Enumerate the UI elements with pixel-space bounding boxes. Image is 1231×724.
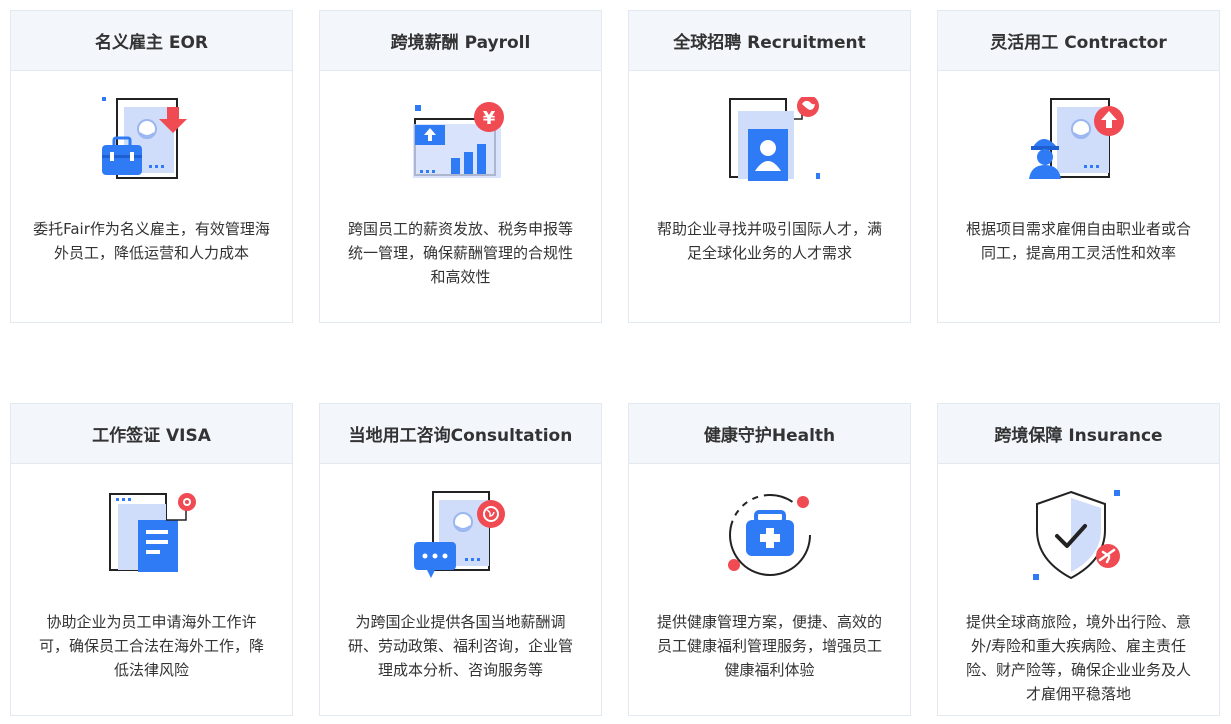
card-description: 帮助企业寻找并吸引国际人才，满足全球化业务的人才需求 bbox=[656, 220, 882, 262]
visa-icon bbox=[108, 493, 196, 572]
card-title: 跨境薪酬 Payroll bbox=[320, 11, 601, 71]
card-description: 协助企业为员工申请海外工作许可，确保员工合法在海外工作，降低法律风险 bbox=[38, 613, 264, 679]
service-card-eor[interactable]: 名义雇主 EOR 委托Fair作为名义雇主，有效管理海外员工，降低运营和人力成本 bbox=[10, 10, 293, 323]
card-title: 当地用工咨询Consultation bbox=[320, 404, 601, 464]
eor-icon bbox=[101, 97, 187, 179]
service-card-health[interactable]: 健康守护Health 提供健康管理方案，便捷、高效的员工健康福利管理服务，增强员… bbox=[628, 403, 911, 716]
service-card-contractor[interactable]: 灵活用工 Contractor 根据项目需求雇佣自由职业者或合同工，提高用工灵活… bbox=[937, 10, 1220, 323]
insurance-icon bbox=[1032, 490, 1120, 580]
card-description: 为跨国企业提供各国当地薪酬调研、劳动政策、福利咨询，企业管理成本分析、咨询服务等 bbox=[347, 613, 573, 679]
card-description: 提供健康管理方案，便捷、高效的员工健康福利管理服务，增强员工健康福利体验 bbox=[656, 613, 882, 679]
card-title: 全球招聘 Recruitment bbox=[629, 11, 910, 71]
service-card-insurance[interactable]: 跨境保障 Insurance 提供全球商旅险，境外出行险、意外/寿险和重大疾病险… bbox=[937, 403, 1220, 716]
contractor-icon bbox=[1028, 98, 1124, 179]
svg-text:¥: ¥ bbox=[482, 108, 495, 129]
service-card-visa[interactable]: 工作签证 VISA 协助企业为员工申请海外工作许可，确保员工合法在海外工作，降低… bbox=[10, 403, 293, 716]
card-title: 健康守护Health bbox=[629, 404, 910, 464]
card-title: 灵活用工 Contractor bbox=[938, 11, 1219, 71]
card-title: 跨境保障 Insurance bbox=[938, 404, 1219, 464]
card-description: 提供全球商旅险，境外出行险、意外/寿险和重大疾病险、雇主责任险、财产险等，确保企… bbox=[965, 613, 1191, 703]
card-description: 跨国员工的薪资发放、税务申报等统一管理，确保薪酬管理的合规性和高效性 bbox=[347, 220, 573, 286]
payroll-icon: ¥ bbox=[412, 102, 504, 178]
card-title: 名义雇主 EOR bbox=[11, 11, 292, 71]
card-description: 根据项目需求雇佣自由职业者或合同工，提高用工灵活性和效率 bbox=[965, 220, 1191, 262]
recruitment-icon bbox=[728, 97, 820, 181]
service-card-consultation[interactable]: 当地用工咨询Consultation 为跨国企业提供各国当地薪酬调研、劳动政策、… bbox=[319, 403, 602, 716]
health-icon bbox=[727, 494, 811, 576]
card-title: 工作签证 VISA bbox=[11, 404, 292, 464]
service-card-payroll[interactable]: 跨境薪酬 Payroll ¥ 跨国员工的薪资发放、税务申报等统一管理，确保薪酬管… bbox=[319, 10, 602, 323]
consultation-icon bbox=[413, 491, 505, 578]
service-card-recruitment[interactable]: 全球招聘 Recruitment 帮助企业寻找并吸引国际人才，满足全球化业务的人… bbox=[628, 10, 911, 323]
card-description: 委托Fair作为名义雇主，有效管理海外员工，降低运营和人力成本 bbox=[33, 220, 270, 262]
